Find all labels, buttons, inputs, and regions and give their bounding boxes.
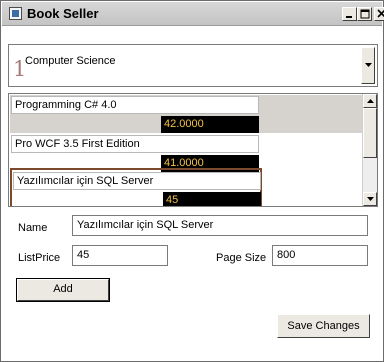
scroll-down-button[interactable] <box>363 192 377 206</box>
maximize-icon <box>360 9 370 19</box>
chevron-down-icon <box>365 63 372 67</box>
add-button[interactable]: Add <box>16 278 110 302</box>
name-label: Name <box>18 222 48 234</box>
listprice-label: ListPrice <box>18 252 61 264</box>
arrow-down-icon <box>367 197 374 201</box>
book-price: 42.0000 <box>161 116 259 133</box>
app-icon <box>9 7 22 20</box>
window-title: Book Seller <box>27 6 99 21</box>
save-changes-button[interactable]: Save Changes <box>277 314 370 338</box>
close-icon <box>377 9 384 18</box>
arrow-up-icon <box>367 99 374 103</box>
category-combo[interactable]: 1 Computer Science <box>8 44 378 87</box>
book-name: Yazılımcılar için SQL Server <box>13 172 261 190</box>
book-name: Programming C# 4.0 <box>11 96 259 114</box>
scroll-thumb[interactable] <box>363 108 377 158</box>
category-name: Computer Science <box>25 55 116 67</box>
book-price: 45 <box>163 192 261 206</box>
name-field[interactable]: Yazılımcılar için SQL Server <box>72 215 368 236</box>
list-item[interactable]: Programming C# 4.0 42.0000 <box>10 95 363 133</box>
books-list[interactable]: Programming C# 4.0 42.0000 Pro WCF 3.5 F… <box>8 93 378 207</box>
book-seller-window: Book Seller 1 Computer Science Programmi… <box>0 0 384 362</box>
maximize-button[interactable] <box>357 7 372 21</box>
book-name: Pro WCF 3.5 First Edition <box>11 135 259 153</box>
books-list-viewport: Programming C# 4.0 42.0000 Pro WCF 3.5 F… <box>9 94 363 206</box>
minimize-button[interactable] <box>342 7 357 21</box>
combo-dropdown-button[interactable] <box>361 47 375 84</box>
list-item[interactable]: Yazılımcılar için SQL Server 45 <box>10 168 262 206</box>
listprice-field[interactable]: 45 <box>72 245 168 266</box>
minimize-icon <box>346 16 352 18</box>
list-scrollbar[interactable] <box>362 94 377 206</box>
pagesize-label: Page Size <box>216 252 267 264</box>
pagesize-field[interactable]: 800 <box>272 245 368 266</box>
close-button[interactable] <box>374 7 384 21</box>
scroll-up-button[interactable] <box>363 94 377 108</box>
list-item[interactable]: Pro WCF 3.5 First Edition 41.0000 <box>10 134 262 172</box>
title-bar[interactable]: Book Seller <box>2 2 384 26</box>
